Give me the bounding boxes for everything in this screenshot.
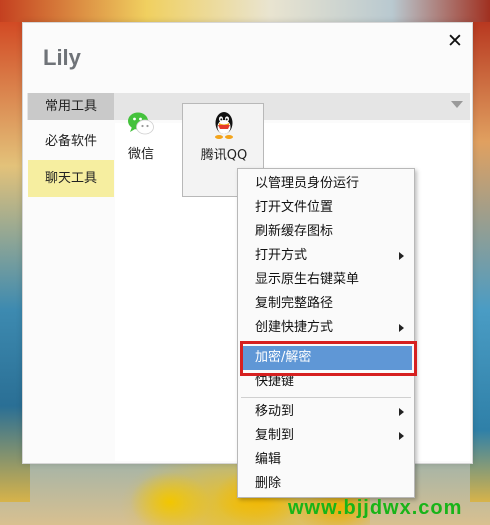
menu-label: 复制到 (255, 428, 295, 443)
app-label-wechat: 微信 (127, 147, 154, 162)
menu-item-create-shortcut[interactable]: 创建快捷方式 (240, 316, 412, 340)
submenu-arrow-icon (399, 324, 404, 332)
menu-label: 打开方式 (255, 248, 308, 263)
menu-label: 快捷键 (255, 374, 295, 389)
menu-label: 编辑 (255, 452, 282, 467)
menu-label: 以管理员身份运行 (255, 176, 360, 191)
qq-icon (215, 112, 233, 139)
site-watermark: www.bjjdwx.com (288, 497, 463, 519)
submenu-arrow-icon (399, 408, 404, 416)
menu-label: 刷新缓存图标 (255, 224, 334, 239)
menu-item-run-as-admin[interactable]: 以管理员身份运行 (240, 172, 412, 196)
menu-label: 移动到 (255, 404, 295, 419)
close-button[interactable]: ✕ (443, 29, 467, 53)
menu-item-open-file-location[interactable]: 打开文件位置 (240, 196, 412, 220)
app-label-qq: 腾讯QQ (200, 148, 248, 163)
wechat-icon (128, 112, 154, 135)
menu-item-show-native-menu[interactable]: 显示原生右键菜单 (240, 268, 412, 292)
menu-item-copy-to[interactable]: 复制到 (240, 424, 412, 448)
menu-item-delete[interactable]: 删除 (240, 472, 412, 496)
context-menu: 以管理员身份运行 打开文件位置 刷新缓存图标 打开方式 显示原生右键菜单 复制完… (237, 168, 415, 498)
submenu-arrow-icon (399, 432, 404, 440)
menu-label: 复制完整路径 (255, 296, 334, 311)
annotation-highlight-box (240, 341, 417, 376)
chevron-down-icon[interactable] (451, 101, 463, 108)
menu-label: 删除 (255, 476, 282, 491)
menu-label: 打开文件位置 (255, 200, 334, 215)
wallpaper-right (470, 22, 490, 502)
menu-label: 显示原生右键菜单 (255, 272, 360, 287)
menu-item-refresh-icon-cache[interactable]: 刷新缓存图标 (240, 220, 412, 244)
menu-label: 创建快捷方式 (255, 320, 334, 335)
app-tile-wechat[interactable]: 微信 (100, 103, 182, 197)
menu-separator (241, 397, 411, 398)
menu-item-open-with[interactable]: 打开方式 (240, 244, 412, 268)
window-title: Lily (43, 45, 81, 70)
menu-item-move-to[interactable]: 移动到 (240, 400, 412, 424)
submenu-arrow-icon (399, 252, 404, 260)
wallpaper-top (0, 0, 490, 22)
menu-item-copy-full-path[interactable]: 复制完整路径 (240, 292, 412, 316)
menu-item-edit[interactable]: 编辑 (240, 448, 412, 472)
